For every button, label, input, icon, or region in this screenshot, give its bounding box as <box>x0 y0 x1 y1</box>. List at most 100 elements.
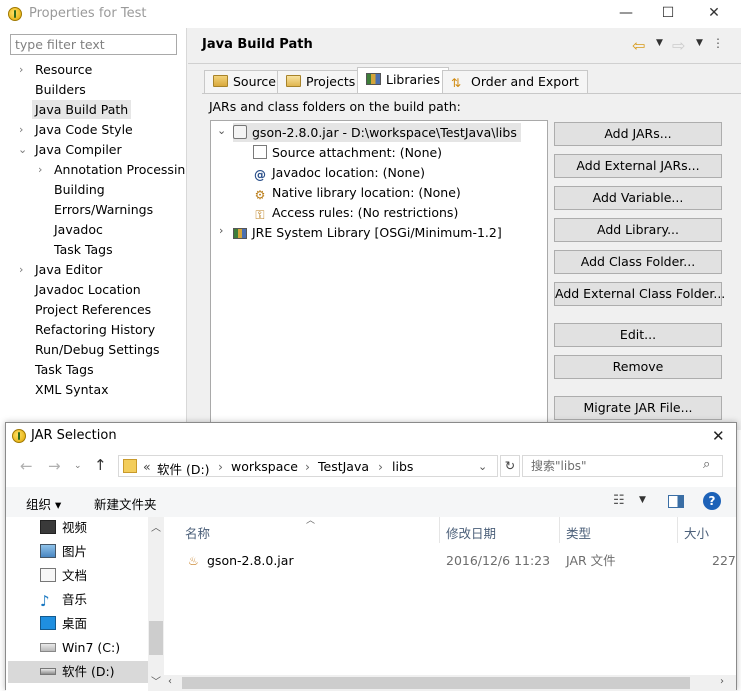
minimize-button[interactable]: — <box>618 5 634 21</box>
search-icon[interactable]: ⌕ <box>703 457 710 472</box>
nav-pictures[interactable]: 图片 <box>40 541 148 563</box>
address-bar[interactable]: « 软件 (D:) › workspace › TestJava › libs … <box>118 455 498 477</box>
breadcrumb-separator[interactable]: › <box>218 459 223 474</box>
column-divider[interactable] <box>677 517 678 543</box>
breadcrumb-separator[interactable]: › <box>378 459 383 474</box>
tree-row-javadoc-location[interactable]: @ Javadoc location: (None) <box>253 163 425 182</box>
tree-row-gson-jar[interactable]: gson-2.8.0.jar - D:\workspace\TestJava\l… <box>233 123 521 142</box>
tab-projects[interactable]: Projects <box>277 70 365 93</box>
library-tree[interactable]: ⌄ gson-2.8.0.jar - D:\workspace\TestJava… <box>210 120 548 430</box>
breadcrumb-libs[interactable]: libs <box>392 459 413 474</box>
nav-item-java-editor[interactable]: Java Editor <box>32 260 105 279</box>
forward-arrow-icon[interactable]: ⇨ <box>672 36 685 55</box>
help-icon[interactable]: ? <box>703 492 721 510</box>
column-divider[interactable] <box>559 517 560 543</box>
add-class-folder-button[interactable]: Add Class Folder... <box>554 250 722 274</box>
breadcrumb-testjava[interactable]: TestJava <box>318 459 369 474</box>
view-options-icon[interactable]: ☷ <box>613 493 625 508</box>
nav-item-project-references[interactable]: Project References <box>32 300 154 319</box>
preview-pane-icon[interactable] <box>668 495 684 508</box>
scroll-right-icon[interactable]: › <box>720 676 724 687</box>
file-row-gson-jar[interactable]: ♨ gson-2.8.0.jar <box>186 551 294 571</box>
column-name[interactable]: 名称 <box>185 523 210 542</box>
collapse-arrow-icon[interactable]: ⌄ <box>217 124 226 137</box>
breadcrumb-drive[interactable]: 软件 (D:) <box>157 459 210 478</box>
expand-arrow-icon[interactable]: › <box>19 60 23 79</box>
forward-arrow-icon[interactable]: → <box>48 457 61 475</box>
tree-row-native-library[interactable]: ⚙ Native library location: (None) <box>253 183 461 202</box>
view-dropdown-icon[interactable]: ▼ <box>639 495 646 505</box>
expand-arrow-icon[interactable]: › <box>219 224 223 237</box>
nav-video[interactable]: 视频 <box>40 517 148 539</box>
expand-arrow-icon[interactable]: › <box>38 160 42 179</box>
nav-music[interactable]: ♪ 音乐 <box>40 589 148 611</box>
nav-item-javadoc[interactable]: Javadoc <box>51 220 106 239</box>
address-dropdown-icon[interactable]: ⌄ <box>478 460 487 473</box>
nav-scroll-thumb[interactable] <box>149 621 163 655</box>
nav-item-task-tags[interactable]: Task Tags <box>32 360 97 379</box>
dialog-close-button[interactable]: ✕ <box>712 427 725 445</box>
add-external-class-folder-button[interactable]: Add External Class Folder... <box>554 282 725 306</box>
nav-item-java-build-path[interactable]: Java Build Path <box>32 100 132 119</box>
nav-item-resource[interactable]: Resource <box>32 60 95 79</box>
add-external-jars-button[interactable]: Add External JARs... <box>554 154 722 178</box>
expand-arrow-icon[interactable]: › <box>19 120 23 139</box>
nav-item-compiler-task-tags[interactable]: Task Tags <box>51 240 116 259</box>
new-folder-button[interactable]: 新建文件夹 <box>94 494 157 513</box>
migrate-jar-button[interactable]: Migrate JAR File... <box>554 396 722 420</box>
tree-row-access-rules[interactable]: ⚿ Access rules: (No restrictions) <box>253 203 458 222</box>
column-size[interactable]: 大小 <box>684 523 709 542</box>
search-input[interactable] <box>522 455 723 477</box>
forward-menu-icon[interactable]: ▼ <box>696 38 703 48</box>
back-arrow-icon[interactable]: ← <box>20 457 33 475</box>
edit-button[interactable]: Edit... <box>554 323 722 347</box>
breadcrumb-workspace[interactable]: workspace <box>231 459 298 474</box>
nav-drive-c[interactable]: Win7 (C:) <box>40 637 148 659</box>
organize-button[interactable]: 组织 ▾ <box>26 494 61 513</box>
nav-item-javadoc-location[interactable]: Javadoc Location <box>32 280 144 299</box>
nav-documents[interactable]: 文档 <box>40 565 148 587</box>
tree-row-source-attachment[interactable]: Source attachment: (None) <box>253 143 442 162</box>
tab-source[interactable]: Source <box>204 70 285 93</box>
nav-item-builders[interactable]: Builders <box>32 80 89 99</box>
nav-item-building[interactable]: Building <box>51 180 108 199</box>
breadcrumb-overflow[interactable]: « <box>143 459 151 474</box>
column-divider[interactable] <box>439 517 440 543</box>
column-type[interactable]: 类型 <box>566 523 591 542</box>
breadcrumb-separator[interactable]: › <box>305 459 310 474</box>
refresh-icon[interactable]: ↻ <box>500 455 520 477</box>
nav-item-refactoring-history[interactable]: Refactoring History <box>32 320 158 339</box>
nav-item-java-compiler[interactable]: Java Compiler <box>32 140 125 159</box>
nav-desktop[interactable]: 桌面 <box>40 613 148 635</box>
remove-button[interactable]: Remove <box>554 355 722 379</box>
nav-drive-d[interactable]: 软件 (D:) <box>8 661 148 683</box>
scroll-left-icon[interactable]: ‹ <box>168 676 172 687</box>
scroll-down-icon[interactable]: ﹀ <box>151 673 161 688</box>
nav-item-xml-syntax[interactable]: XML Syntax <box>32 380 112 399</box>
hscroll-thumb[interactable] <box>182 677 690 689</box>
back-menu-icon[interactable]: ▼ <box>656 38 663 48</box>
nav-item-java-code-style[interactable]: Java Code Style <box>32 120 136 139</box>
tab-order-export[interactable]: ⇅ Order and Export <box>442 70 588 93</box>
expand-arrow-icon[interactable]: › <box>19 260 23 279</box>
column-date[interactable]: 修改日期 <box>446 523 496 542</box>
nav-scrollbar[interactable]: ︿ ﹀ <box>148 517 164 691</box>
nav-item-run-debug-settings[interactable]: Run/Debug Settings <box>32 340 163 359</box>
nav-item-errors-warnings[interactable]: Errors/Warnings <box>51 200 156 219</box>
close-button[interactable]: ✕ <box>706 5 722 21</box>
add-variable-button[interactable]: Add Variable... <box>554 186 722 210</box>
up-arrow-icon[interactable]: ↑ <box>94 456 107 474</box>
tab-libraries[interactable]: Libraries <box>357 67 449 93</box>
maximize-button[interactable]: ☐ <box>660 5 676 21</box>
scroll-up-icon[interactable]: ︿ <box>151 519 161 534</box>
view-menu-icon[interactable]: ⋮ <box>712 36 724 50</box>
back-arrow-icon[interactable]: ⇦ <box>632 36 645 55</box>
add-jars-button[interactable]: Add JARs... <box>554 122 722 146</box>
file-list-hscrollbar[interactable]: ‹ › <box>164 675 736 691</box>
nav-item-annotation-processing[interactable]: Annotation Processin <box>51 160 188 179</box>
collapse-arrow-icon[interactable]: ⌄ <box>18 140 27 159</box>
tree-row-jre-system-library[interactable]: JRE System Library [OSGi/Minimum-1.2] <box>233 223 502 242</box>
add-library-button[interactable]: Add Library... <box>554 218 722 242</box>
filter-input[interactable] <box>10 34 177 55</box>
recent-locations-icon[interactable]: ⌄ <box>74 461 82 471</box>
